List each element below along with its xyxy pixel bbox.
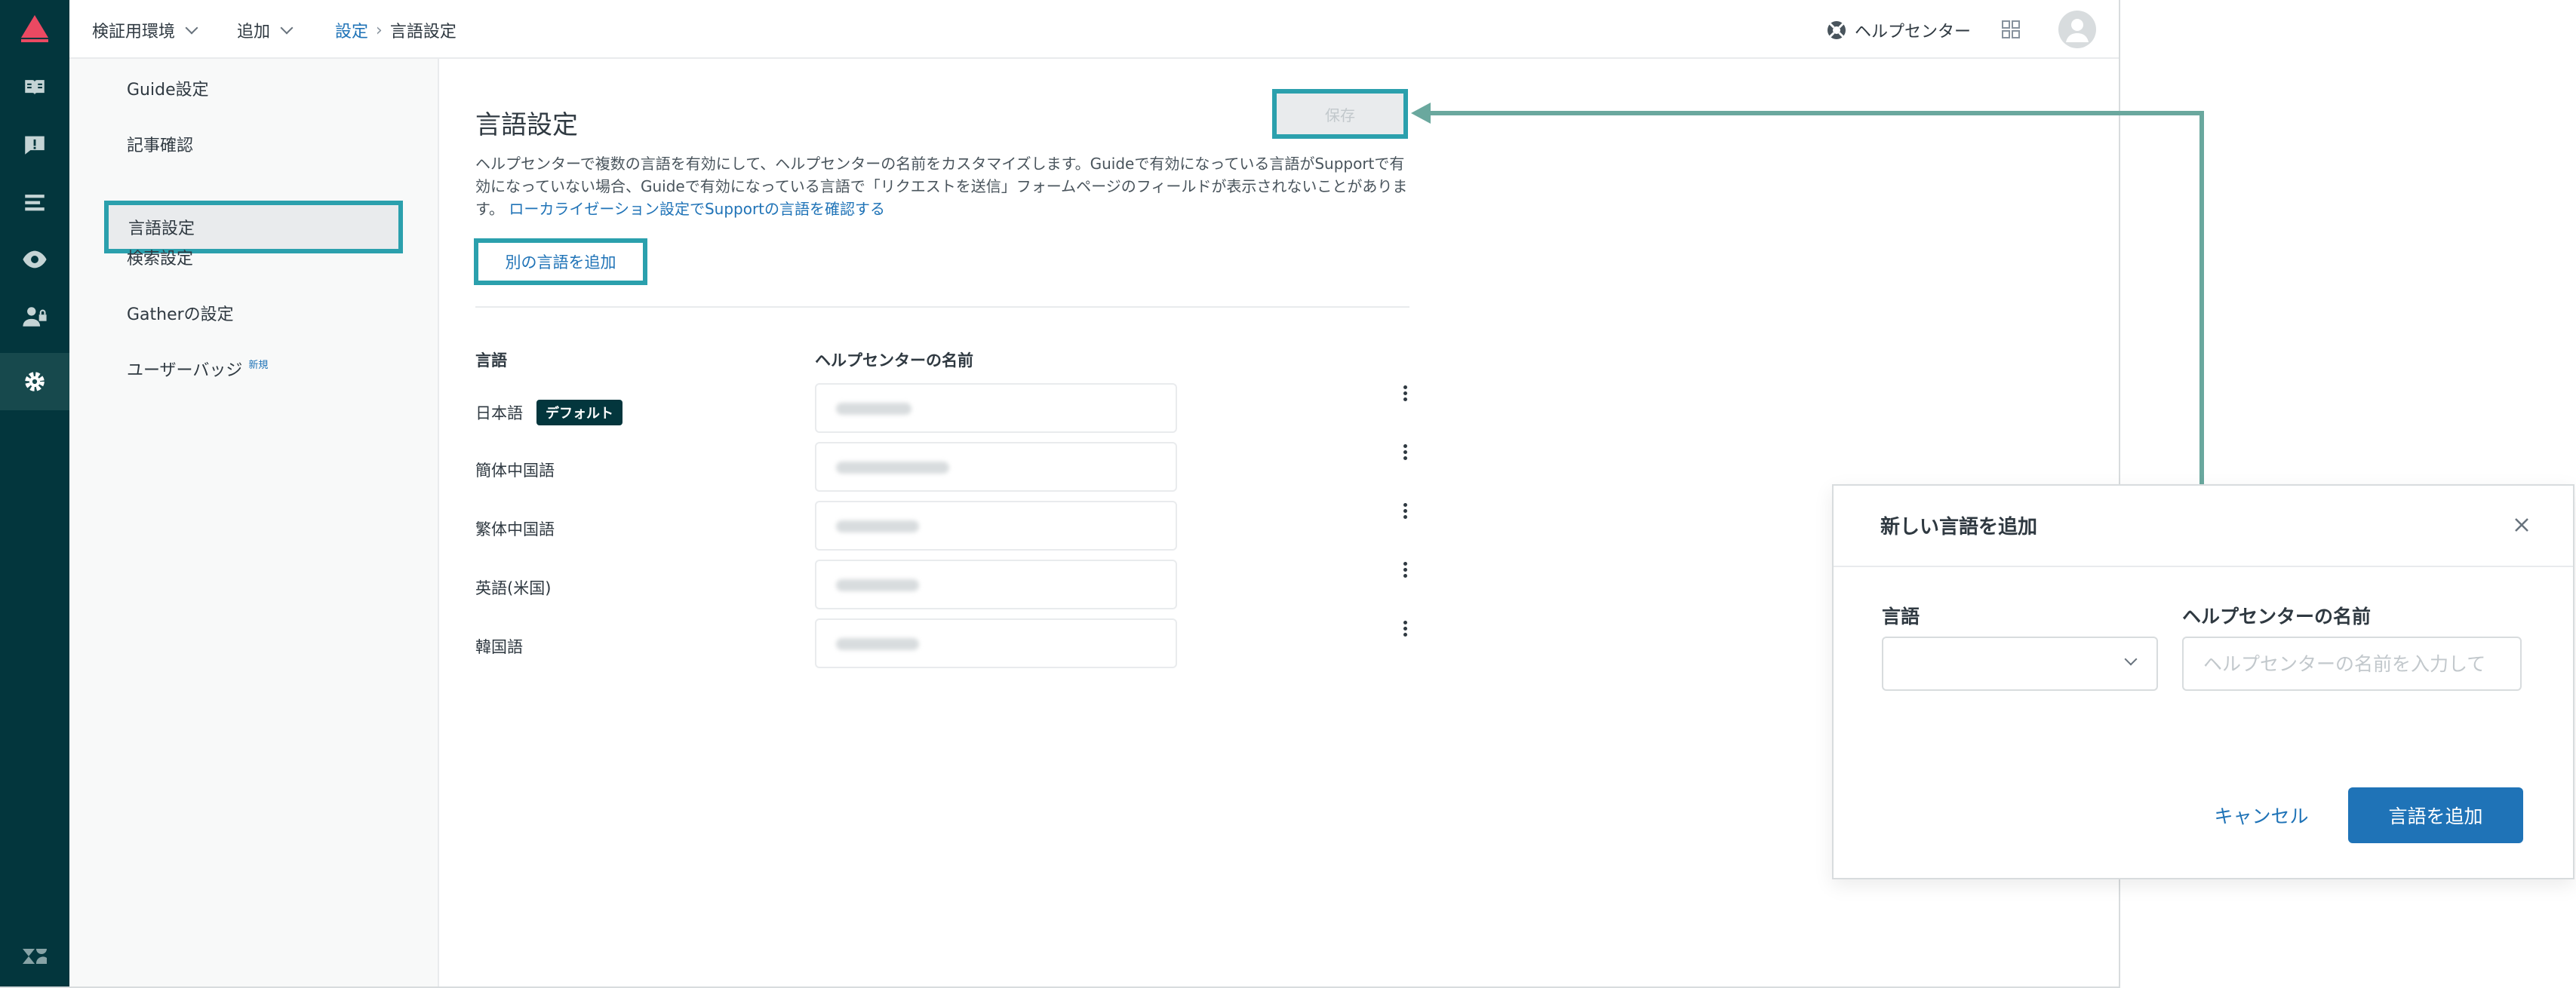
blurred-value: [836, 403, 911, 415]
subnav-item-article-review[interactable]: 記事確認: [107, 118, 401, 170]
book-icon: [25, 80, 45, 95]
gear-icon: [25, 372, 45, 391]
language-name: 英語(米国): [475, 579, 552, 597]
table-row: 繁体中国語: [475, 501, 1411, 555]
blurred-value: [836, 579, 919, 591]
subnav-item-label: ユーザーバッジ: [127, 361, 243, 380]
page-description: ヘルプセンターで複数の言語を有効にして、ヘルプセンターの名前をカスタマイズします…: [475, 152, 1411, 220]
add-language-modal: 新しい言語を追加 言語 ヘルプセンターの名前 キャンセル 言語を追加: [1832, 484, 2574, 879]
user-icon: [2066, 19, 2089, 42]
rail-item-user-permissions[interactable]: [0, 288, 69, 345]
language-field-label: 言語: [1882, 606, 1920, 627]
language-name: 韓国語: [475, 638, 523, 656]
default-badge: デフォルト: [536, 400, 622, 425]
localization-settings-link[interactable]: ローカライゼーション設定でSupportの言語を確認する: [509, 200, 885, 218]
add-language-button[interactable]: 言語を追加: [2348, 787, 2523, 843]
help-center-name-input[interactable]: [815, 560, 1177, 609]
modal-header: 新しい言語を追加: [1834, 486, 2573, 567]
subnav-item-guide-settings[interactable]: Guide設定: [107, 62, 401, 115]
guide-logo-icon[interactable]: [18, 15, 51, 45]
environment-menu[interactable]: 検証用環境: [92, 18, 198, 42]
subnav-item-label: Gatherの設定: [127, 305, 234, 324]
help-center-name-input[interactable]: [815, 501, 1177, 551]
add-label: 追加: [237, 23, 271, 41]
language-cell: 簡体中国語: [475, 459, 555, 481]
row-menu-button[interactable]: [1397, 442, 1412, 465]
help-center-name-field-label: ヘルプセンターの名前: [2182, 606, 2372, 627]
language-name: 繁体中国語: [475, 520, 555, 538]
language-name: 日本語: [475, 404, 523, 422]
language-cell: 繁体中国語: [475, 517, 555, 540]
chevron-down-icon: [280, 21, 294, 35]
cancel-button[interactable]: キャンセル: [2181, 787, 2342, 843]
language-cell: 韓国語: [475, 635, 523, 658]
subnav-item-search-settings[interactable]: 検索設定: [107, 231, 401, 284]
table-row: 日本語 デフォルト: [475, 383, 1411, 437]
eye-icon: [23, 250, 47, 268]
breadcrumb-settings-link[interactable]: 設定: [335, 18, 368, 42]
subnav-item-label: Guide設定: [127, 81, 209, 100]
user-lock-icon: [23, 307, 47, 327]
save-button[interactable]: 保存: [1272, 89, 1408, 139]
chevron-down-icon: [2124, 652, 2138, 666]
rail-item-preview[interactable]: [0, 231, 69, 288]
add-menu[interactable]: 追加: [237, 18, 294, 42]
row-menu-button[interactable]: [1397, 618, 1412, 641]
zendesk-logo-icon[interactable]: [20, 941, 50, 971]
add-another-language-button[interactable]: 別の言語を追加: [474, 238, 647, 285]
language-cell: 日本語 デフォルト: [475, 400, 622, 425]
row-menu-button[interactable]: [1397, 560, 1412, 582]
help-center-label: ヘルプセンター: [1855, 23, 1972, 41]
rail-item-alerts[interactable]: [0, 116, 69, 173]
subnav-item-gather-settings[interactable]: Gatherの設定: [107, 287, 401, 339]
subnav-item-user-badges[interactable]: ユーザーバッジ 新規: [107, 342, 401, 395]
help-center-name-input[interactable]: [815, 618, 1177, 668]
table-row: 韓国語: [475, 618, 1411, 673]
breadcrumb: 設定 › 言語設定: [335, 18, 456, 42]
app-window: 検証用環境 追加 設定 › 言語設定 ヘルプセンター Guide設定 記事確認 …: [0, 0, 2120, 988]
language-cell: 英語(米国): [475, 576, 551, 599]
alert-icon: [25, 136, 45, 155]
table-row: 英語(米国): [475, 560, 1411, 614]
subnav-item-label: 記事確認: [127, 137, 194, 155]
chevron-down-icon: [185, 21, 198, 35]
divider: [475, 306, 1409, 308]
settings-nav: Guide設定 記事確認 言語設定 検索設定 Gatherの設定 ユーザーバッジ…: [69, 59, 439, 986]
help-center-link[interactable]: ヘルプセンター: [1826, 18, 1971, 42]
modal-title: 新しい言語を追加: [1880, 516, 2038, 538]
list-icon: [25, 195, 45, 211]
rail-item-articles[interactable]: [0, 59, 69, 116]
row-menu-button[interactable]: [1397, 501, 1412, 523]
column-header-language: 言語: [475, 351, 507, 370]
apps-grid-icon[interactable]: [2001, 20, 2021, 39]
blurred-value: [836, 638, 919, 650]
rail-item-arrange[interactable]: [0, 173, 69, 231]
page-title: 言語設定: [475, 110, 578, 140]
help-center-name-input[interactable]: [815, 383, 1177, 433]
row-menu-button[interactable]: [1397, 383, 1412, 406]
new-tag: 新規: [248, 359, 269, 371]
language-name: 簡体中国語: [475, 462, 555, 480]
rail-item-settings[interactable]: [0, 353, 69, 410]
close-icon[interactable]: [2510, 513, 2534, 537]
avatar[interactable]: [2058, 11, 2096, 48]
lifebuoy-icon: [1827, 21, 1846, 39]
blurred-value: [836, 520, 919, 532]
help-center-name-input[interactable]: [815, 442, 1177, 492]
top-bar: 検証用環境 追加 設定 › 言語設定 ヘルプセンター: [69, 0, 2119, 59]
breadcrumb-current: 言語設定: [389, 23, 456, 41]
subnav-item-label: 検索設定: [127, 250, 194, 268]
environment-label: 検証用環境: [92, 23, 176, 41]
help-center-name-input[interactable]: [2182, 637, 2522, 691]
language-select[interactable]: [1882, 637, 2158, 691]
table-row: 簡体中国語: [475, 442, 1411, 496]
blurred-value: [836, 462, 949, 474]
column-header-help-center-name: ヘルプセンターの名前: [815, 351, 973, 370]
breadcrumb-separator: ›: [376, 20, 383, 40]
product-rail: [0, 0, 69, 986]
